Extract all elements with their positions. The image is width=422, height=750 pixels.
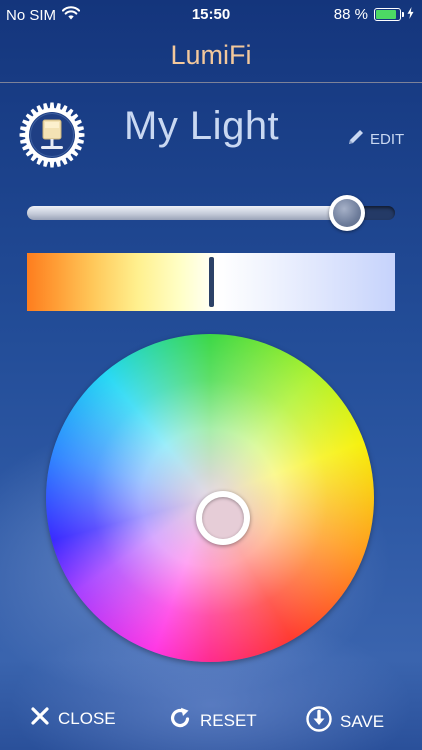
brightness-slider-thumb-inner: [333, 199, 362, 227]
status-right: 88 %: [334, 6, 414, 23]
reset-label: RESET: [200, 710, 257, 730]
download-icon: [306, 706, 340, 737]
edit-button[interactable]: EDIT: [346, 127, 404, 151]
brightness-slider-fill: [27, 206, 348, 220]
selected-color-swatch: [202, 496, 245, 539]
battery-fill: [376, 10, 397, 19]
battery-icon: [374, 8, 404, 21]
close-label: CLOSE: [58, 708, 116, 728]
refresh-icon: [168, 706, 200, 735]
close-x-icon: [30, 706, 58, 731]
status-bar: No SIM 15:50 88 %: [0, 0, 422, 30]
battery-percent: 88 %: [333, 6, 368, 23]
device-name: My Light: [124, 104, 280, 148]
color-wheel[interactable]: [46, 334, 374, 662]
reset-button[interactable]: RESET: [168, 706, 257, 735]
light-bulb-gear-icon[interactable]: [19, 102, 85, 168]
save-button[interactable]: SAVE: [306, 706, 384, 737]
save-label: SAVE: [340, 711, 385, 731]
app-title: LumiFi: [170, 40, 252, 70]
bottom-toolbar: CLOSE RESET SAVE: [0, 700, 422, 740]
header-divider: [0, 82, 422, 83]
brightness-slider-thumb[interactable]: [329, 195, 366, 231]
close-button[interactable]: CLOSE: [30, 706, 116, 731]
edit-label: EDIT: [370, 130, 405, 148]
charging-bolt-icon: [407, 6, 414, 23]
color-picker-handle[interactable]: [196, 490, 251, 545]
brightness-slider[interactable]: [27, 195, 395, 231]
pencil-icon: [346, 127, 370, 151]
color-temperature-bar[interactable]: [27, 253, 395, 311]
color-temperature-marker[interactable]: [209, 257, 214, 307]
